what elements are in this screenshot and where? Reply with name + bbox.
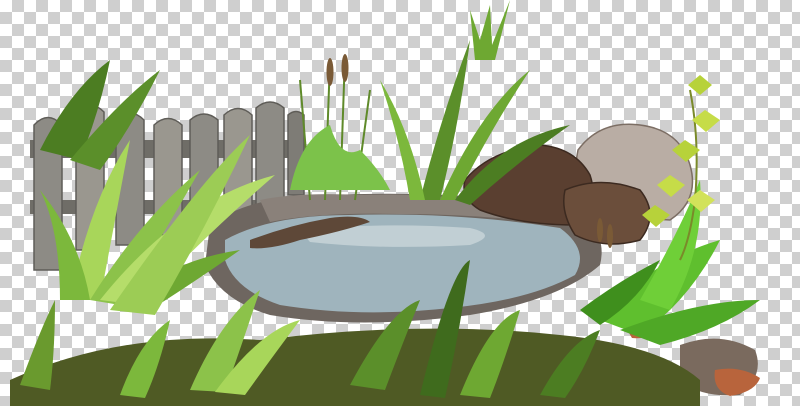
moss-ground [10,328,700,406]
cattail-head [341,54,349,82]
dark-boulder [563,181,651,245]
yellow-leaf [688,75,712,95]
cattail-head [597,218,603,242]
cattail-head [607,224,613,248]
pond-garden-image [0,0,800,406]
grass-tuft [380,80,425,200]
cattail-head [326,58,334,86]
grass-tuft [470,0,510,60]
pond-garden-illustration [10,0,760,406]
fence-picket [255,101,285,206]
grass-tuft [20,300,55,390]
